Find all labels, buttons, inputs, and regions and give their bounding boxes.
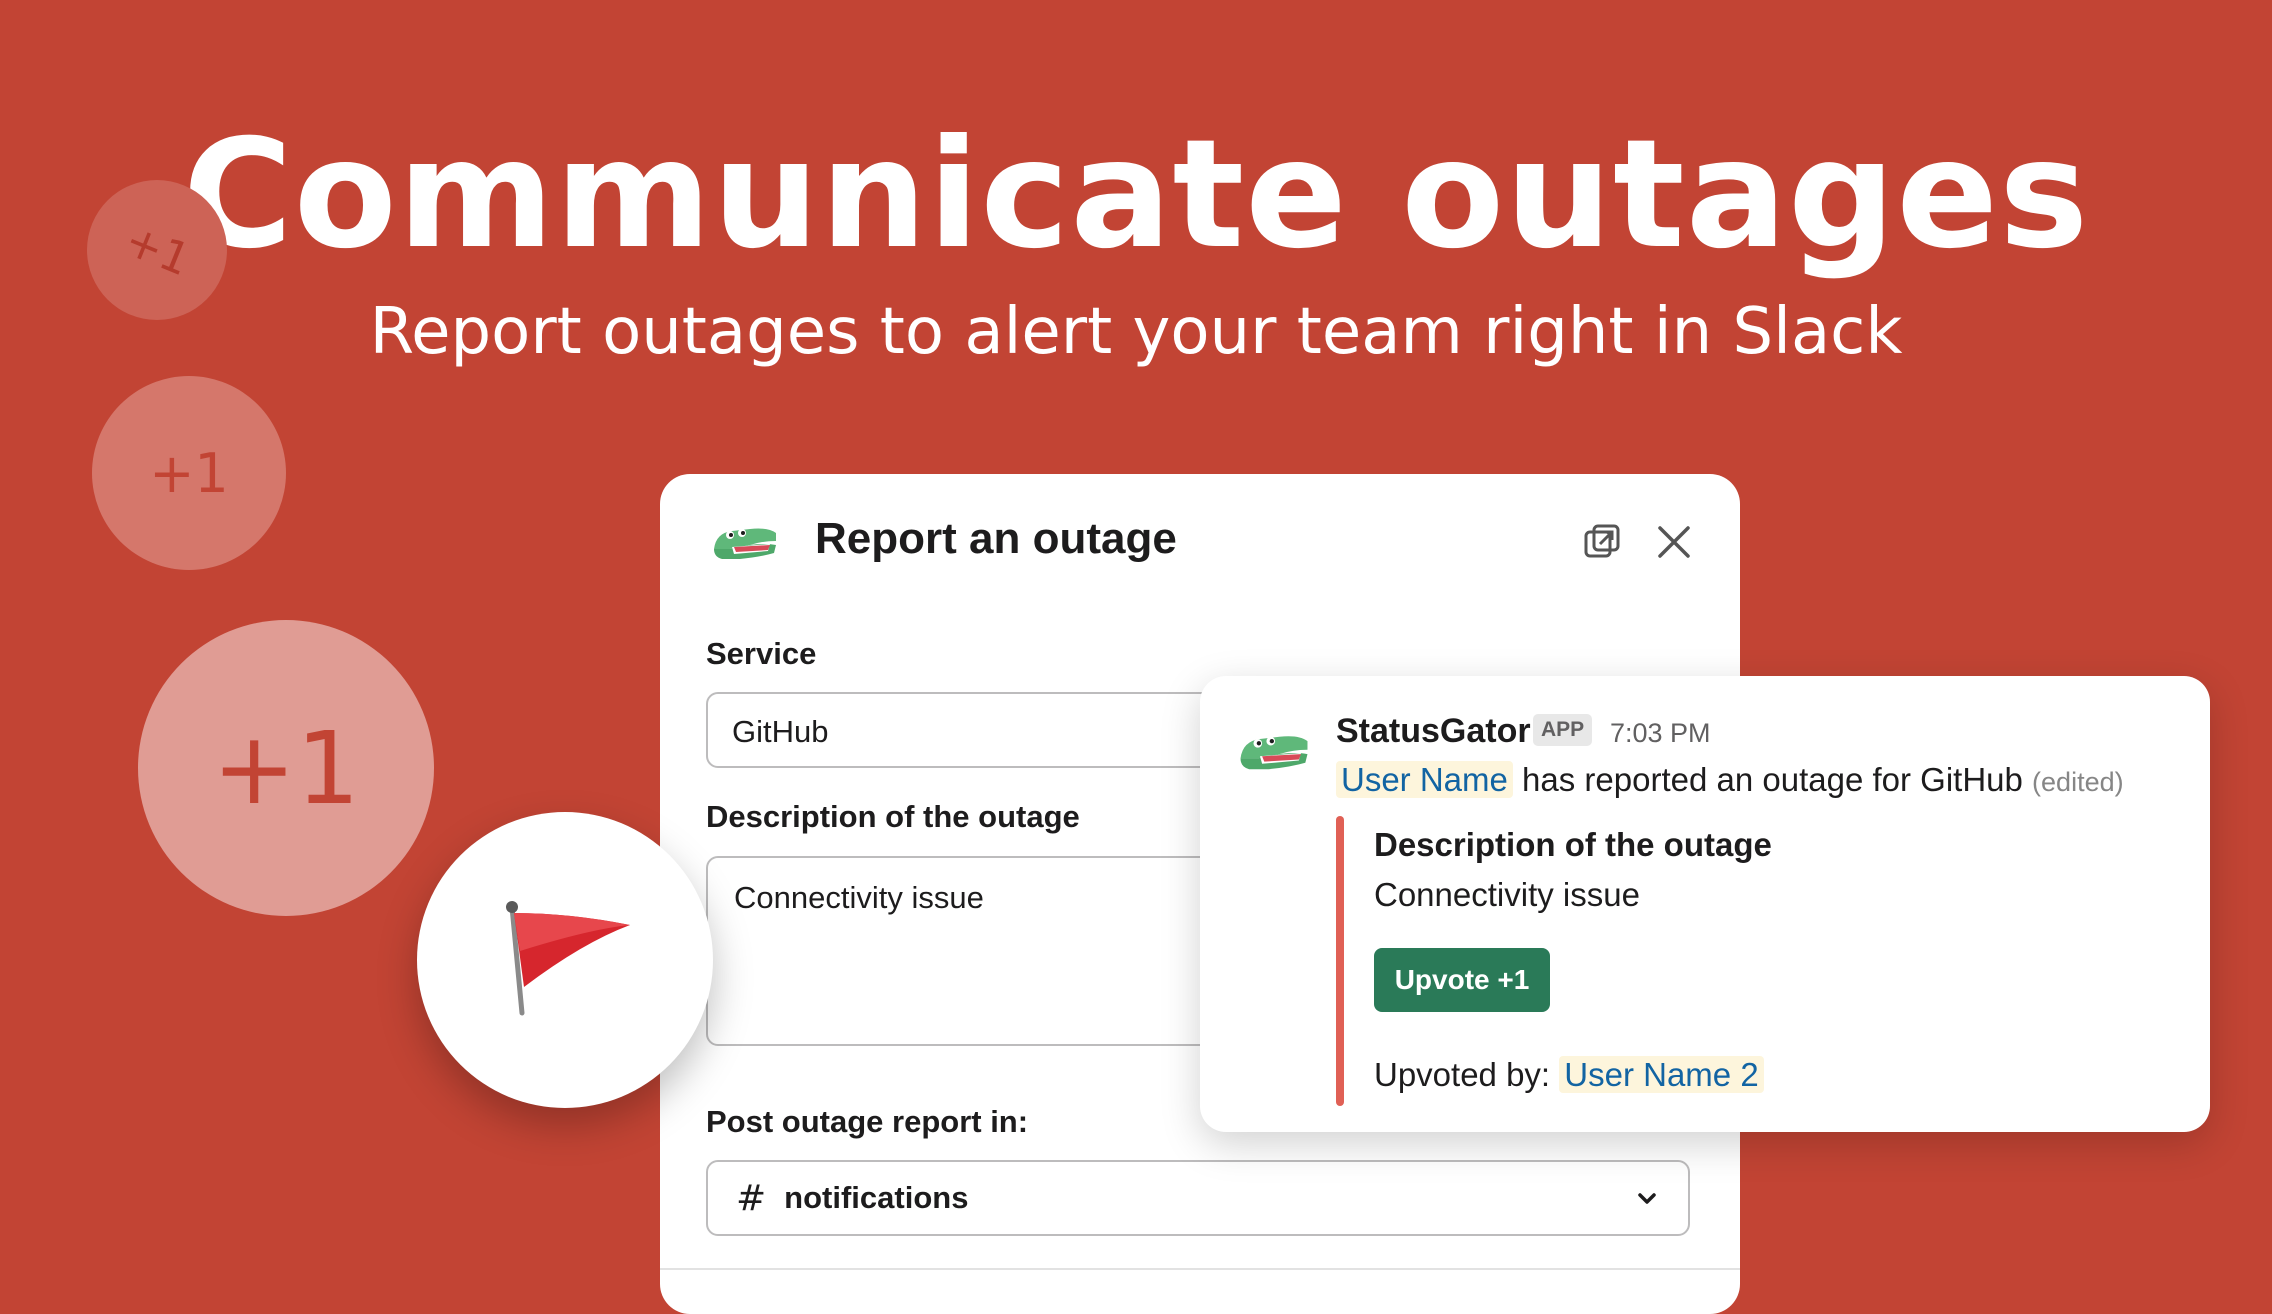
plus-one-label: +1 [149, 441, 229, 505]
popout-icon[interactable] [1580, 520, 1624, 564]
modal-header: Report an outage [660, 474, 1740, 614]
chevron-down-icon [1638, 1193, 1656, 1204]
service-label: Service [706, 636, 817, 671]
close-icon[interactable] [1652, 520, 1696, 564]
upvoted-by: Upvoted by: User Name 2 [1374, 1056, 1764, 1094]
upvoted-by-label: Upvoted by: [1374, 1056, 1551, 1093]
description-value: Connectivity issue [734, 880, 984, 915]
hash-icon: # [736, 1177, 767, 1219]
gator-avatar-icon [1240, 736, 1308, 770]
message-body: has reported an outage for GitHub [1522, 761, 2023, 798]
channel-label: Post outage report in: [706, 1104, 1029, 1139]
attachment-title: Description of the outage [1374, 826, 1772, 863]
modal-footer-divider [660, 1268, 1740, 1270]
plus-one-bubble-large: +1 [138, 620, 434, 916]
service-value: GitHub [732, 714, 829, 749]
slack-message-card: StatusGator APP 7:03 PM User Name has re… [1200, 676, 2210, 1132]
upvoted-user-mention[interactable]: User Name 2 [1559, 1056, 1764, 1093]
description-label: Description of the outage [706, 799, 1080, 834]
message-text: User Name has reported an outage for Git… [1336, 761, 2124, 799]
edited-marker: (edited) [2032, 767, 2124, 797]
channel-value: notifications [784, 1180, 969, 1215]
gator-icon [714, 528, 776, 559]
flag-badge [417, 812, 713, 1108]
plus-one-label: +1 [212, 709, 360, 827]
hero-subtitle: Report outages to alert your team right … [369, 295, 1903, 369]
app-badge: APP [1533, 714, 1593, 746]
attachment-text: Connectivity issue [1374, 876, 1640, 913]
red-flag-icon [506, 901, 630, 1016]
upvote-button[interactable]: Upvote +1 [1374, 948, 1550, 1012]
user-mention[interactable]: User Name [1336, 761, 1513, 798]
plus-one-bubble-medium: +1 [92, 376, 286, 570]
message-time[interactable]: 7:03 PM [1610, 718, 1711, 749]
modal-title: Report an outage [815, 514, 1177, 563]
plus-one-bubble-small: +1 [87, 180, 227, 320]
channel-select[interactable]: # notifications [706, 1160, 1690, 1236]
sender-name[interactable]: StatusGator [1336, 712, 1531, 751]
attachment-bar [1336, 816, 1344, 1106]
hero-title: Communicate outages [182, 108, 2090, 282]
plus-one-label: +1 [117, 214, 197, 286]
